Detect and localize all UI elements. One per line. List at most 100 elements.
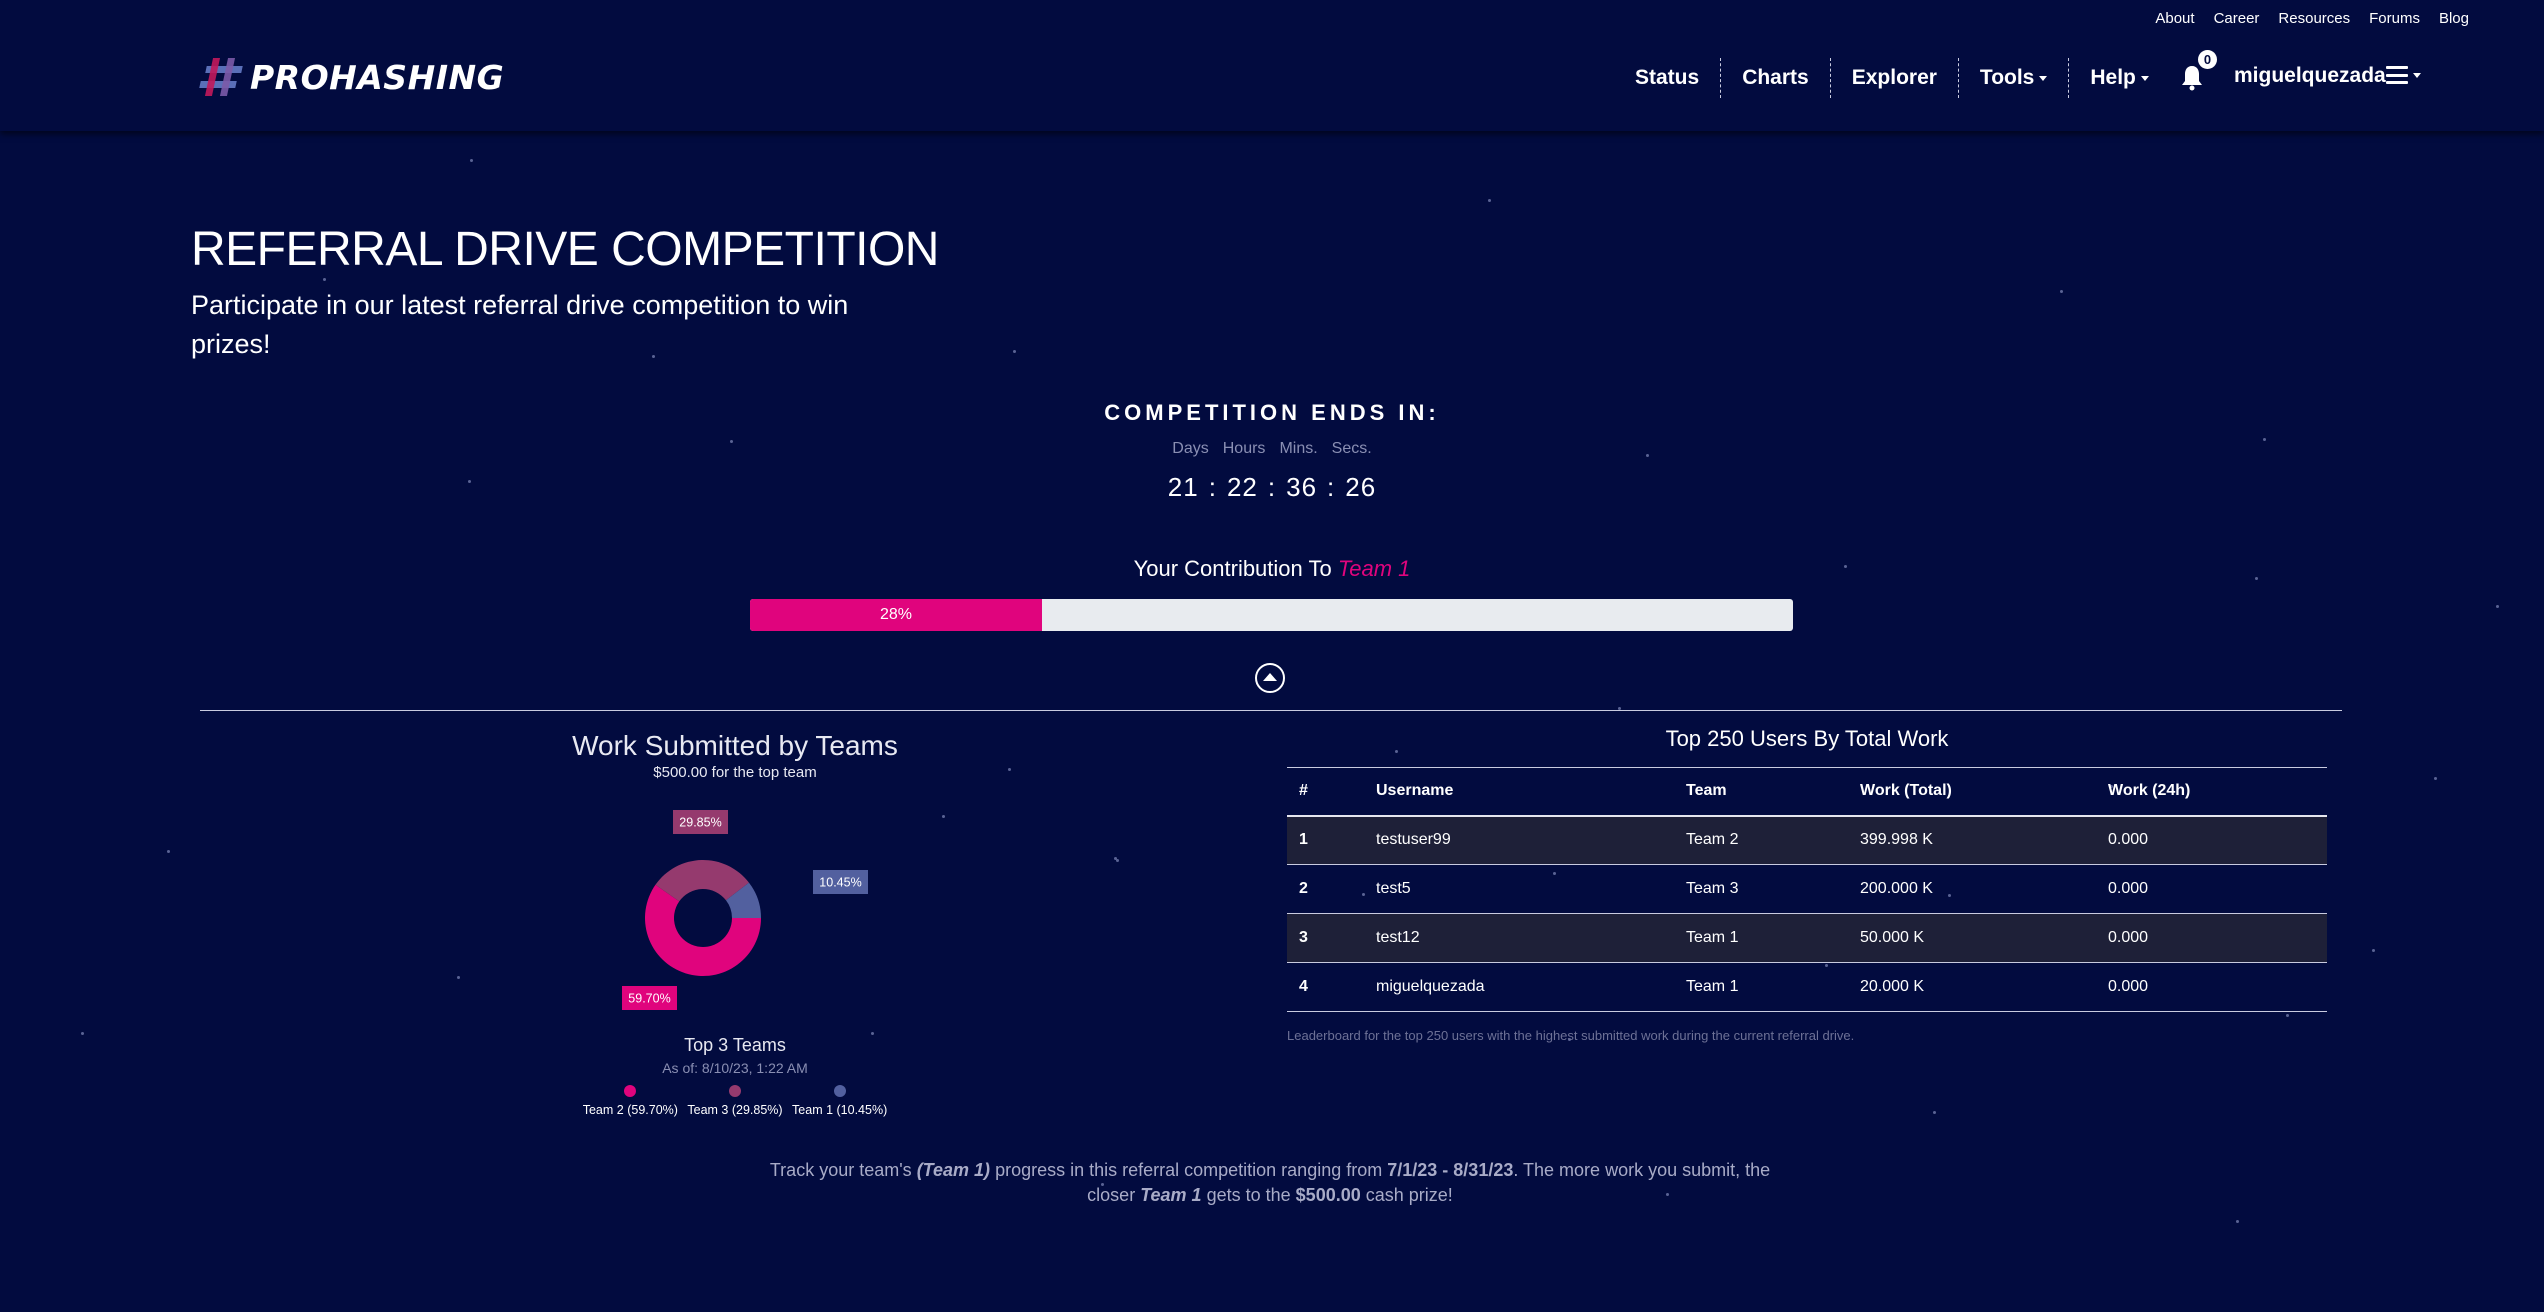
star-dot <box>1013 350 1016 353</box>
footer-text-1: Track your team's <box>769 1160 912 1180</box>
nav-charts[interactable]: Charts <box>1721 60 1830 96</box>
legend-item-team3[interactable]: Team 3 (29.85%) <box>687 1085 783 1117</box>
contribution-progress-bar: 28% <box>750 599 1793 631</box>
countdown-separator: : <box>1208 472 1217 502</box>
data-label-team3: 29.85% <box>673 810 728 834</box>
cell-rank: 4 <box>1287 962 1364 1012</box>
star-dot <box>81 1032 84 1035</box>
legend-label: Team 2 (59.70%) <box>582 1103 678 1117</box>
cell-work-total: 20.000 K <box>1848 962 2096 1012</box>
legend-item-team2[interactable]: Team 2 (59.70%) <box>583 1085 678 1117</box>
star-dot <box>457 976 460 979</box>
legend-title: Top 3 Teams <box>684 1035 786 1055</box>
notification-count-badge: 0 <box>2198 50 2217 69</box>
legend-dot <box>728 1085 741 1097</box>
top-links: About Career Resources Forums Blog <box>2155 10 2469 27</box>
competition-countdown: COMPETITION ENDS IN: Days Hours Mins. Se… <box>1072 400 1472 503</box>
main-nav: Status Charts Explorer Tools Help <box>1614 58 2170 98</box>
svg-text:59.70%: 59.70% <box>628 992 670 1006</box>
countdown-secs: 26 <box>1345 472 1377 502</box>
countdown-separator: : <box>1267 472 1277 502</box>
star-dot <box>1488 199 1491 202</box>
legend-label: Team 3 (29.85%) <box>687 1103 783 1117</box>
contribution-heading: Your Contribution To Team 1 <box>0 556 2544 582</box>
data-label-team1: 10.45% <box>813 870 868 894</box>
cell-team: Team 2 <box>1674 815 1848 865</box>
star-dot <box>2236 1220 2239 1223</box>
nav-explorer[interactable]: Explorer <box>1831 60 1958 96</box>
leaderboard-title: Top 250 Users By Total Work <box>1665 726 1949 751</box>
star-dot <box>1114 857 1117 860</box>
table-row: 1 testuser99 Team 2 399.998 K 0.000 <box>1287 815 2327 865</box>
page-subtitle: Participate in our latest referral drive… <box>191 290 849 359</box>
team-work-chart: Work Submitted by Teams $500.00 for the … <box>560 730 910 1117</box>
column-header-work-total[interactable]: Work (Total) <box>1848 767 2096 817</box>
column-header-work-24h[interactable]: Work (24h) <box>2096 767 2327 817</box>
caret-down-icon <box>2140 75 2149 81</box>
column-header-rank[interactable]: # <box>1287 767 1364 817</box>
legend-as-of: As of: 8/10/23, 1:22 AM <box>662 1060 808 1076</box>
user-menu-dropdown[interactable] <box>2386 66 2421 84</box>
star-dot <box>167 850 170 853</box>
countdown-values: 21 : 22 : 36 : 26 <box>1072 472 1472 503</box>
top-link-about[interactable]: About <box>2155 10 2194 27</box>
top-link-blog[interactable]: Blog <box>2439 10 2469 27</box>
countdown-labels: Days Hours Mins. Secs. <box>1072 440 1472 458</box>
cell-rank: 1 <box>1287 815 1364 865</box>
cell-work-24h: 0.000 <box>2096 864 2327 914</box>
star-dot <box>470 159 473 162</box>
nav-tools-dropdown[interactable]: Tools <box>1959 60 2068 96</box>
column-header-team[interactable]: Team <box>1674 767 1848 817</box>
page-title: REFERRAL DRIVE COMPETITION <box>191 223 939 276</box>
star-dot <box>2263 438 2266 441</box>
countdown-title: COMPETITION ENDS IN: <box>1104 400 1440 425</box>
svg-text:29.85%: 29.85% <box>679 816 721 830</box>
cell-username: testuser99 <box>1364 815 1674 865</box>
cell-work-total: 399.998 K <box>1848 815 2096 865</box>
table-header-row: # Username Team Work (Total) Work (24h) <box>1287 767 2327 817</box>
footer-text-2: progress in this referral competition ra… <box>995 1160 1383 1180</box>
caret-down-icon <box>2039 75 2048 81</box>
hamburger-icon <box>2386 66 2408 84</box>
cell-work-total: 50.000 K <box>1848 913 2096 963</box>
footer-team: Team 1 <box>1140 1185 1202 1205</box>
top-link-resources[interactable]: Resources <box>2278 10 2350 27</box>
countdown-label-days: Days <box>1172 440 1209 457</box>
brand-name: PROHASHING <box>250 57 505 97</box>
nav-status[interactable]: Status <box>1614 60 1720 96</box>
star-dot <box>1116 859 1119 862</box>
star-dot <box>730 440 733 443</box>
legend-item-team1[interactable]: Team 1 (10.45%) <box>792 1085 887 1117</box>
contribution-team: Team 1 <box>1337 556 1411 581</box>
nav-help-label: Help <box>2090 66 2136 89</box>
nav-explorer-label: Explorer <box>1851 66 1937 89</box>
legend-dot <box>624 1085 637 1097</box>
competition-description: Track your team's (Team 1) progress in t… <box>760 1158 1780 1208</box>
chevron-up-icon <box>1263 673 1277 681</box>
notifications-button[interactable]: 0 <box>2180 50 2217 94</box>
star-dot <box>942 815 945 818</box>
footer-text-4: gets to the <box>1206 1185 1291 1205</box>
caret-down-icon <box>2413 72 2421 78</box>
countdown-label-mins: Mins. <box>1279 440 1318 457</box>
cell-work-24h: 0.000 <box>2096 815 2327 865</box>
collapse-toggle-button[interactable] <box>1255 663 1285 693</box>
top-link-career[interactable]: Career <box>2214 10 2260 27</box>
table-row: 4 miguelquezada Team 1 20.000 K 0.000 <box>1287 962 2327 1012</box>
site-header: PROHASHING About Career Resources Forums… <box>0 0 2544 131</box>
brand-logo[interactable]: PROHASHING <box>199 56 505 98</box>
top-link-forums[interactable]: Forums <box>2369 10 2420 27</box>
chart-subtitle: $500.00 for the top team <box>653 764 817 781</box>
chart-legend: Team 2 (59.70%) Team 3 (29.85%) Team 1 (… <box>560 1085 910 1117</box>
star-dot <box>2496 605 2499 608</box>
svg-text:10.45%: 10.45% <box>819 876 861 890</box>
nav-charts-label: Charts <box>1742 66 1809 89</box>
countdown-days: 21 <box>1167 472 1199 502</box>
countdown-label-secs: Secs. <box>1331 440 1372 457</box>
nav-help-dropdown[interactable]: Help <box>2069 60 2170 96</box>
leaderboard: Top 250 Users By Total Work # Username T… <box>1287 725 2327 1043</box>
footer-text-5: cash prize! <box>1365 1185 1453 1205</box>
user-account-link[interactable]: miguelquezada <box>2234 64 2386 88</box>
column-header-username[interactable]: Username <box>1364 767 1674 817</box>
nav-tools-label: Tools <box>1979 66 2035 89</box>
